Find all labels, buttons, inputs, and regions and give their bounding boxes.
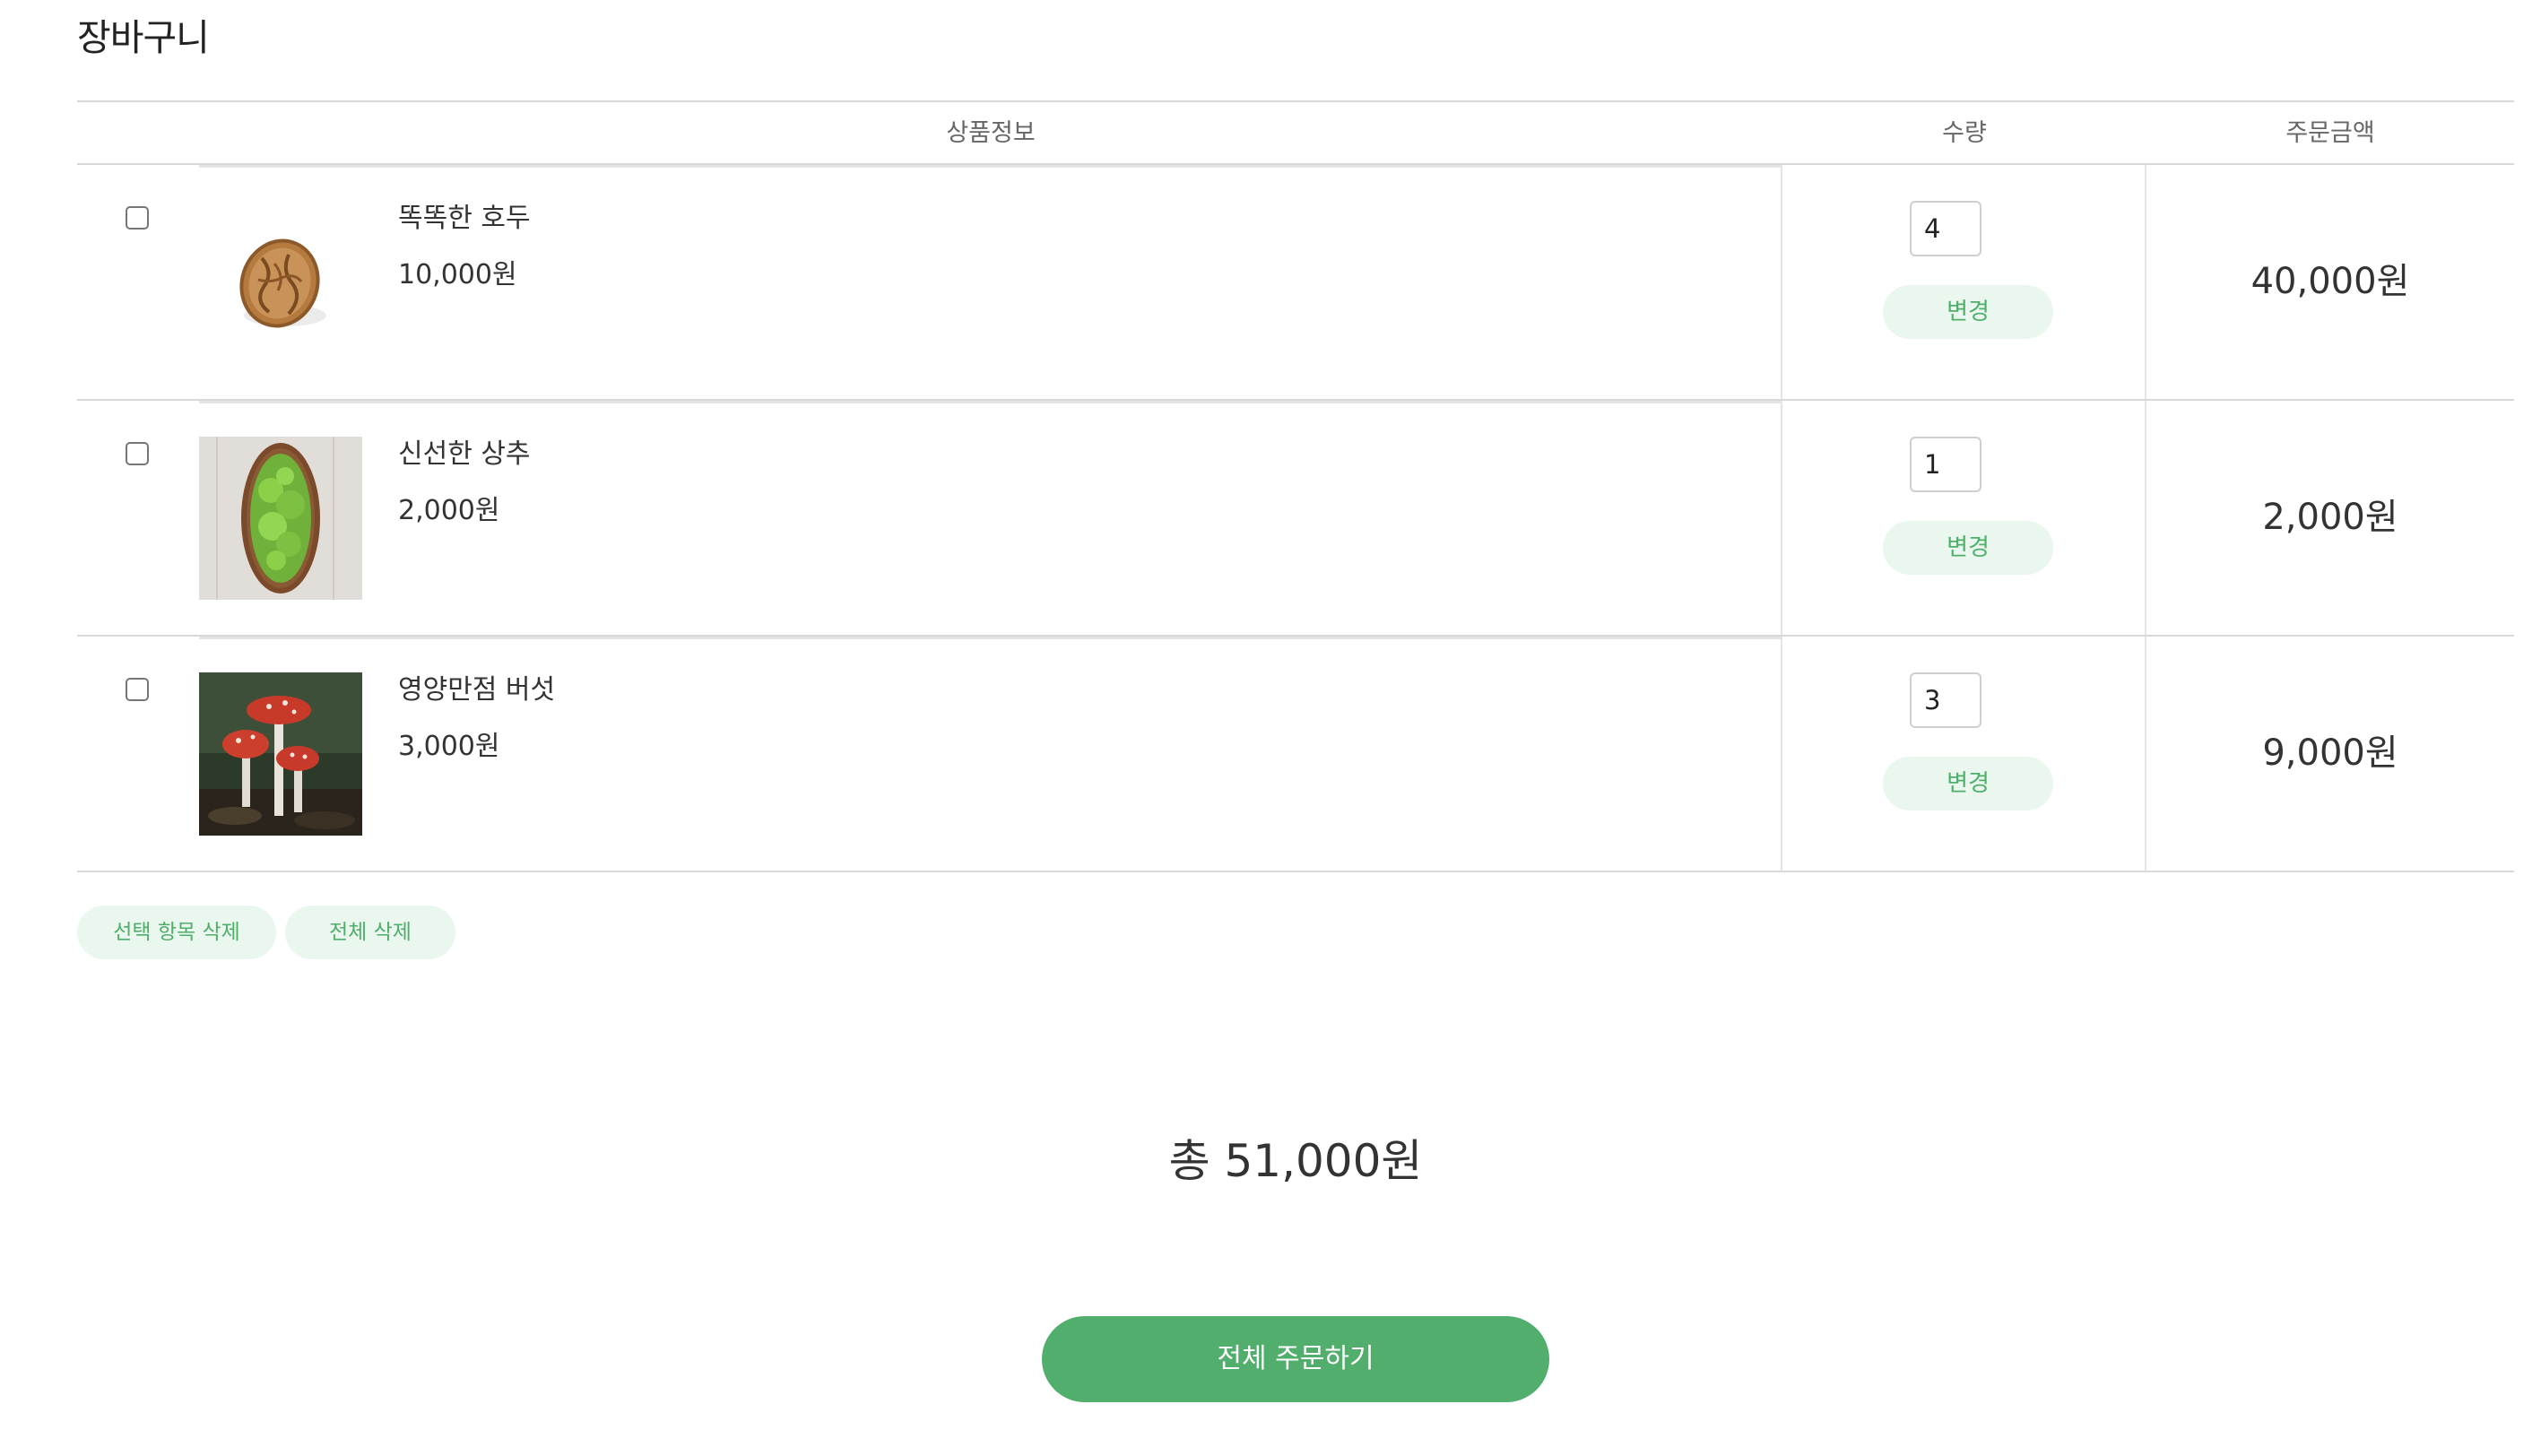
change-quantity-button[interactable]: 변경 xyxy=(1883,757,2053,810)
quantity-input[interactable]: 1 xyxy=(1910,437,1981,492)
header-order-amount: 주문금액 xyxy=(2285,119,2375,147)
row-total-price: 40,000원 xyxy=(2250,261,2410,302)
product-unit-price: 2,000원 xyxy=(398,495,500,526)
product-image-mushroom xyxy=(199,672,362,836)
product-unit-price: 10,000원 xyxy=(398,259,517,290)
product-unit-price: 3,000원 xyxy=(398,731,500,762)
change-quantity-button[interactable]: 변경 xyxy=(1883,285,2053,339)
table-header: 상품정보 수량 주문금액 xyxy=(77,100,2514,165)
cart-table: 상품정보 수량 주문금액 똑똑한 호두 10,000원 4 변경 40,000원… xyxy=(77,100,2514,872)
quantity-input[interactable]: 4 xyxy=(1910,201,1981,256)
quantity-cell: 3 변경 xyxy=(1782,637,2146,871)
row-select-checkbox[interactable] xyxy=(126,678,149,701)
order-all-button[interactable]: 전체 주문하기 xyxy=(1042,1316,1549,1402)
delete-selected-button[interactable]: 선택 항목 삭제 xyxy=(77,906,276,959)
product-name: 영양만점 버섯 xyxy=(398,674,556,706)
quantity-input[interactable]: 3 xyxy=(1910,672,1981,728)
row-total-price: 9,000원 xyxy=(2262,732,2398,774)
order-amount-cell: 2,000원 xyxy=(2146,401,2514,635)
order-amount-cell: 9,000원 xyxy=(2146,637,2514,871)
product-name: 신선한 상추 xyxy=(398,438,531,470)
cart-total: 총 51,000원 xyxy=(1168,1135,1423,1187)
row-select-checkbox[interactable] xyxy=(126,442,149,465)
delete-all-button[interactable]: 전체 삭제 xyxy=(285,906,455,959)
row-select-checkbox[interactable] xyxy=(126,206,149,230)
quantity-cell: 4 변경 xyxy=(1782,165,2146,399)
order-amount-cell: 40,000원 xyxy=(2146,165,2514,399)
product-image-lettuce xyxy=(199,437,362,600)
table-row: 똑똑한 호두 10,000원 4 변경 40,000원 xyxy=(77,165,2514,401)
product-name: 똑똑한 호두 xyxy=(398,203,531,234)
header-quantity: 수량 xyxy=(1942,119,1987,147)
quantity-cell: 1 변경 xyxy=(1782,401,2146,635)
table-row: 영양만점 버섯 3,000원 3 변경 9,000원 xyxy=(77,637,2514,872)
table-row: 신선한 상추 2,000원 1 변경 2,000원 xyxy=(77,401,2514,637)
change-quantity-button[interactable]: 변경 xyxy=(1883,521,2053,575)
row-total-price: 2,000원 xyxy=(2262,497,2398,538)
product-image-walnut xyxy=(199,201,362,364)
cart-page: 장바구니 상품정보 수량 주문금액 똑똑한 호두 10,000원 4 변경 40… xyxy=(0,0,2532,1456)
page-title: 장바구니 xyxy=(77,16,210,59)
header-product-info: 상품정보 xyxy=(946,119,1036,147)
